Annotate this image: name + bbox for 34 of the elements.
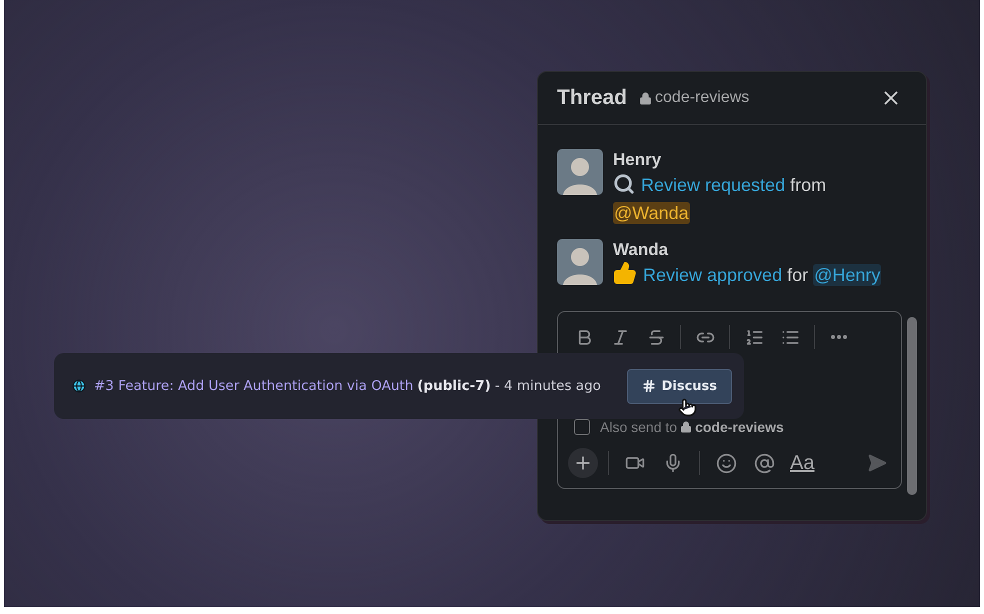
repo-name: (public-7) (417, 378, 491, 394)
user-mention[interactable]: @Henry (813, 264, 882, 286)
discuss-button[interactable]: Discuss (626, 368, 732, 404)
hand-cursor-icon (678, 398, 697, 417)
formatting-button[interactable]: Aa (786, 452, 818, 474)
add-button[interactable] (568, 448, 598, 478)
message-text: for (787, 265, 808, 285)
thread-title: Thread (557, 86, 628, 110)
smiley-icon (716, 452, 736, 474)
lock-icon (680, 421, 692, 433)
avatar-icon (557, 149, 603, 195)
avatar-icon (557, 239, 603, 285)
numbered-list-icon (744, 328, 764, 346)
author-name: Henry (613, 149, 662, 171)
author-name: Wanda (613, 239, 670, 261)
globe-icon (72, 379, 86, 393)
send-icon (867, 453, 887, 473)
issue-link[interactable]: #3 Feature: Add User Authentication via OAuth (94, 378, 414, 394)
channel-name: code-reviews (695, 419, 784, 435)
magnifier-icon (613, 173, 635, 195)
status-link[interactable]: Review requested (641, 175, 786, 195)
time-text: - 4 minutes ago (494, 378, 602, 394)
at-sign-icon (754, 452, 774, 474)
lock-icon (639, 92, 652, 104)
strikethrough-icon (646, 328, 666, 346)
thumbs-up-icon (613, 261, 637, 285)
hash-icon (642, 379, 656, 393)
scrollbar[interactable] (907, 317, 917, 495)
channel-name: code-reviews (655, 89, 750, 107)
user-mention[interactable]: @Wanda (613, 202, 690, 224)
status-link[interactable]: Review approved (643, 265, 782, 285)
ellipsis-icon (831, 335, 847, 339)
also-send-label: Also send to (600, 419, 678, 435)
message-text: from (790, 175, 826, 195)
